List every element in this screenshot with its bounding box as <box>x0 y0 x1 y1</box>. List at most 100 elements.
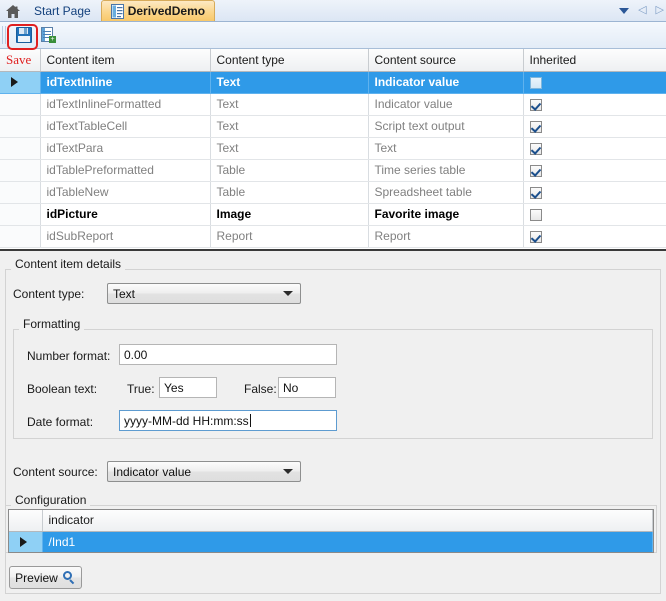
cell-content-type[interactable]: Text <box>210 93 369 116</box>
cell-content-source[interactable]: Time series table <box>368 159 524 182</box>
cell-indicator[interactable]: /Ind1 <box>42 531 653 552</box>
cell-content-item[interactable]: idTextInline <box>40 71 211 94</box>
boolean-true-value: Yes <box>164 380 184 395</box>
save-floppy-icon <box>16 27 32 43</box>
cell-content-item[interactable]: idPicture <box>40 203 211 226</box>
number-format-input[interactable]: 0.00 <box>119 344 337 365</box>
inherited-checkbox[interactable] <box>529 76 542 89</box>
tab-strip-controls: ◁ ▷ <box>619 0 666 21</box>
column-header-content-type[interactable]: Content type <box>210 49 369 72</box>
text-caret <box>249 414 251 427</box>
cell-content-source[interactable]: Report <box>368 225 524 248</box>
table-row[interactable]: idTextInline Text Indicator value <box>0 71 666 94</box>
cell-content-type[interactable]: Table <box>210 181 369 204</box>
inherited-checkbox[interactable] <box>529 142 542 155</box>
table-row[interactable]: /Ind1 <box>9 531 653 552</box>
row-selector[interactable] <box>0 115 41 138</box>
cell-content-source[interactable]: Indicator value <box>368 93 524 116</box>
boolean-false-value: No <box>283 380 299 395</box>
row-selector[interactable] <box>0 225 41 248</box>
grid-header-row: Content item Content type Content source… <box>0 49 666 72</box>
date-format-input[interactable]: yyyy-MM-dd HH:mm:ss <box>119 410 337 431</box>
toolbar-grip[interactable] <box>2 26 9 44</box>
cell-content-type[interactable]: Text <box>210 115 369 138</box>
save-button[interactable] <box>12 24 36 47</box>
configuration-corner-header[interactable] <box>9 510 43 532</box>
new-document-button[interactable]: + <box>36 24 60 47</box>
inherited-checkbox[interactable] <box>529 208 542 221</box>
content-type-select[interactable]: Text <box>107 283 301 304</box>
cell-content-item[interactable]: idTablePreformatted <box>40 159 211 182</box>
row-selector[interactable] <box>0 203 41 226</box>
configuration-header-row: indicator <box>9 510 653 532</box>
inherited-checkbox[interactable] <box>529 164 542 177</box>
column-header-content-source[interactable]: Content source <box>368 49 524 72</box>
cell-content-source[interactable]: Indicator value <box>368 71 524 94</box>
configuration-column-header-indicator[interactable]: indicator <box>42 510 653 532</box>
cell-content-item[interactable]: idSubReport <box>40 225 211 248</box>
cell-content-item[interactable]: idTextInlineFormatted <box>40 93 211 116</box>
cell-inherited[interactable] <box>523 159 666 182</box>
table-row[interactable]: idSubReport Report Report <box>0 225 666 248</box>
table-row[interactable]: idTextInlineFormatted Text Indicator val… <box>0 93 666 116</box>
next-tab-icon[interactable]: ▷ <box>656 5 664 16</box>
home-icon[interactable] <box>2 1 24 21</box>
tab-derived-demo[interactable]: DerivedDemo <box>100 0 216 21</box>
content-item-details-panel: Content item details Content type: Text … <box>0 253 666 601</box>
row-selector[interactable] <box>0 137 41 160</box>
inherited-checkbox[interactable] <box>529 186 542 199</box>
chevron-down-icon[interactable] <box>619 7 630 14</box>
table-row[interactable]: idTextTableCell Text Script text output <box>0 115 666 138</box>
column-header-content-item[interactable]: Content item <box>40 49 211 72</box>
table-row[interactable]: idTableNew Table Spreadsheet table <box>0 181 666 204</box>
cell-content-source[interactable]: Spreadsheet table <box>368 181 524 204</box>
inherited-checkbox[interactable] <box>529 120 542 133</box>
cell-content-type[interactable]: Image <box>210 203 369 226</box>
row-arrow-icon <box>20 536 27 547</box>
cell-content-type[interactable]: Report <box>210 225 369 248</box>
inherited-checkbox[interactable] <box>529 230 542 243</box>
magnifier-icon <box>62 571 76 585</box>
chevron-down-icon <box>283 469 293 474</box>
prev-tab-icon[interactable]: ◁ <box>638 5 646 16</box>
cell-inherited[interactable] <box>523 93 666 116</box>
table-row[interactable]: idPicture Image Favorite image <box>0 203 666 226</box>
cell-content-type[interactable]: Table <box>210 159 369 182</box>
table-row[interactable]: idTextPara Text Text <box>0 137 666 160</box>
cell-content-type[interactable]: Text <box>210 137 369 160</box>
inherited-checkbox[interactable] <box>529 98 542 111</box>
details-groupbox-title: Content item details <box>11 257 126 271</box>
document-icon <box>110 3 124 19</box>
cell-content-item[interactable]: idTableNew <box>40 181 211 204</box>
cell-inherited[interactable] <box>523 137 666 160</box>
content-source-select[interactable]: Indicator value <box>107 461 301 482</box>
row-arrow-icon <box>11 77 18 87</box>
cell-content-source[interactable]: Favorite image <box>368 203 524 226</box>
cell-inherited[interactable] <box>523 71 666 94</box>
row-selector[interactable] <box>0 71 41 94</box>
row-selector[interactable] <box>0 159 41 182</box>
boolean-false-input[interactable]: No <box>278 377 336 398</box>
row-selector[interactable] <box>0 181 41 204</box>
content-item-grid[interactable]: Content item Content type Content source… <box>0 49 666 251</box>
cell-inherited[interactable] <box>523 115 666 138</box>
cell-inherited[interactable] <box>523 181 666 204</box>
row-selector[interactable] <box>9 531 43 552</box>
tab-start-page-label: Start Page <box>34 4 91 18</box>
column-header-inherited[interactable]: Inherited <box>523 49 666 72</box>
tab-start-page[interactable]: Start Page <box>24 0 101 21</box>
tab-strip: Start Page DerivedDemo ◁ ▷ <box>0 0 666 22</box>
cell-content-item[interactable]: idTextTableCell <box>40 115 211 138</box>
cell-inherited[interactable] <box>523 203 666 226</box>
cell-inherited[interactable] <box>523 225 666 248</box>
row-selector[interactable] <box>0 93 41 116</box>
cell-content-source[interactable]: Text <box>368 137 524 160</box>
table-row[interactable]: idTablePreformatted Table Time series ta… <box>0 159 666 182</box>
content-source-value: Indicator value <box>113 464 192 479</box>
configuration-grid[interactable]: indicator /Ind1 <box>8 509 654 553</box>
cell-content-item[interactable]: idTextPara <box>40 137 211 160</box>
cell-content-source[interactable]: Script text output <box>368 115 524 138</box>
boolean-true-input[interactable]: Yes <box>159 377 217 398</box>
preview-button[interactable]: Preview <box>9 566 82 589</box>
cell-content-type[interactable]: Text <box>210 71 369 94</box>
